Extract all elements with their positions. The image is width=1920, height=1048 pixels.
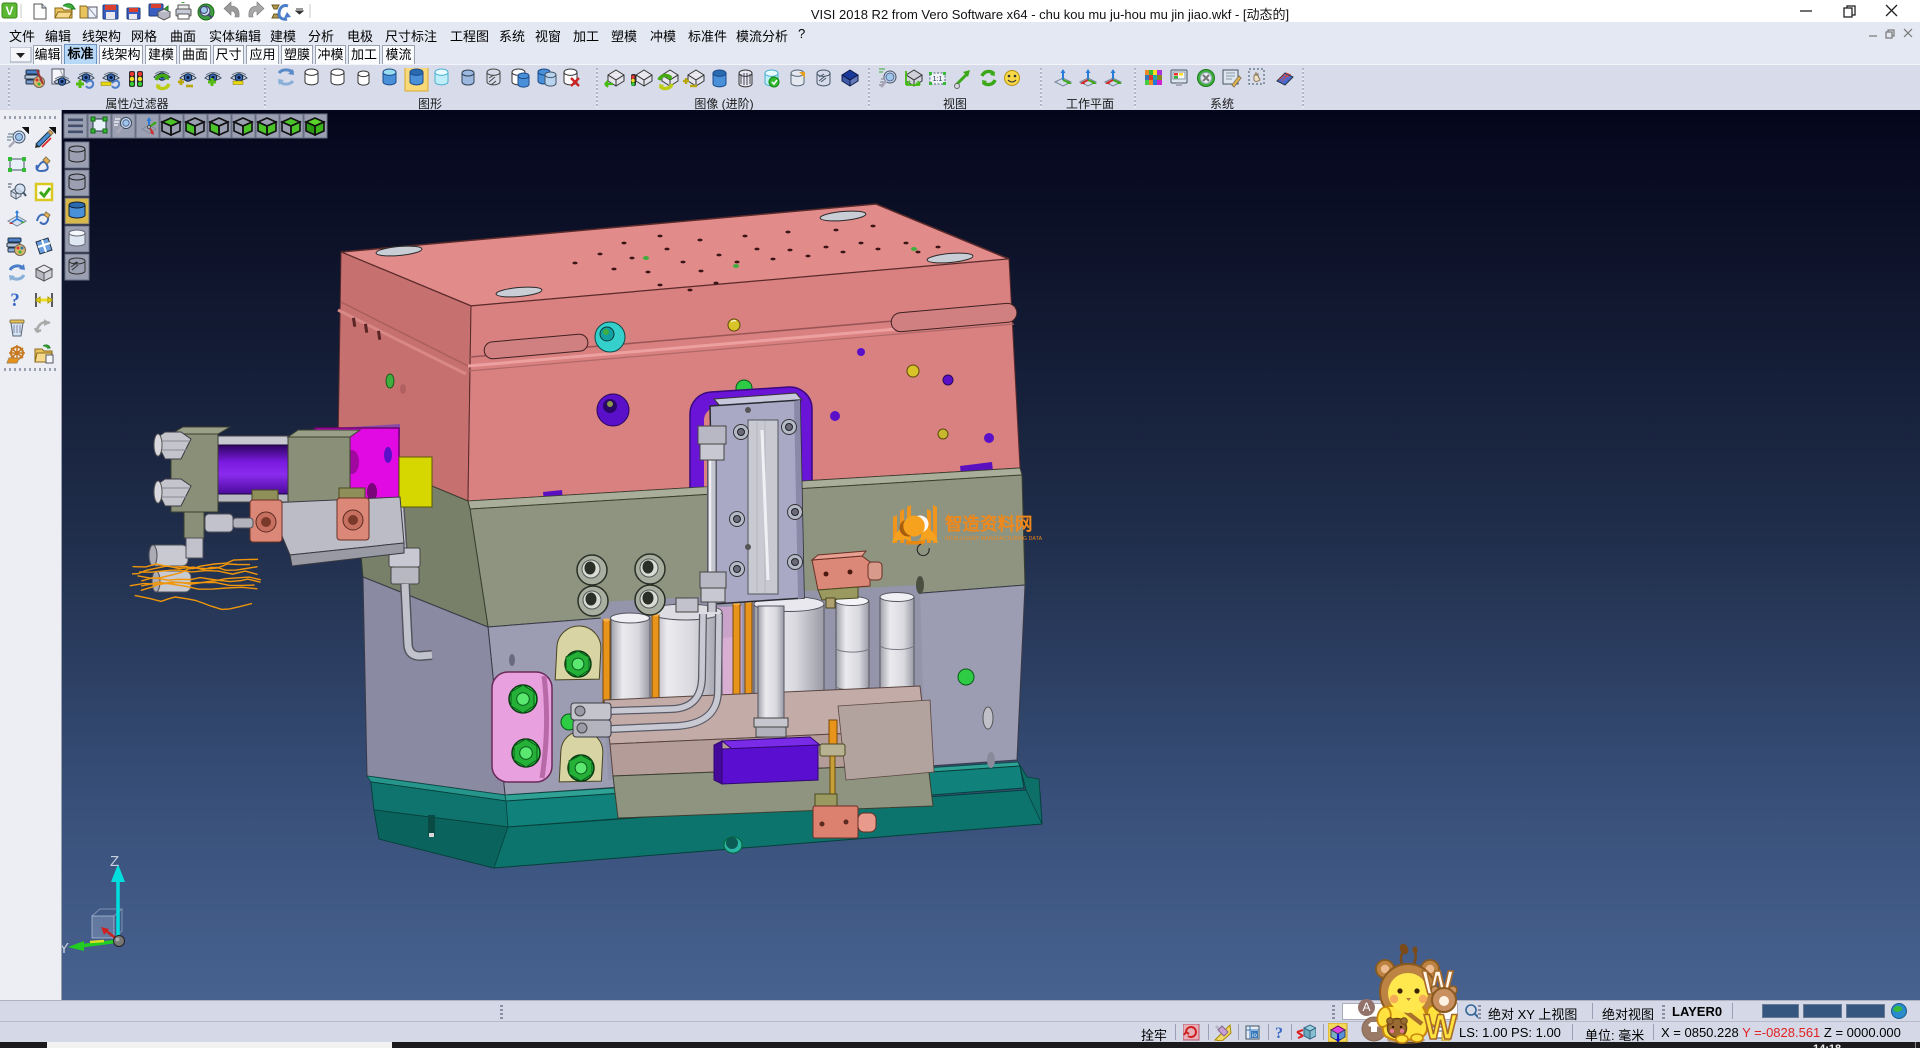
svg-text:INTELLIGENT MANUFACTURING DATA: INTELLIGENT MANUFACTURING DATA [945,536,1043,542]
svg-text:V: V [5,4,13,18]
svg-text:?: ? [1275,1025,1283,1041]
svg-text:智造资料网: 智造资料网 [945,514,1033,534]
svg-text:W: W [1424,1008,1457,1047]
svg-text:?: ? [10,290,20,311]
svg-text:1:1: 1:1 [933,76,943,83]
svg-text:Y: Y [62,940,69,957]
svg-text:io: io [1252,1033,1257,1039]
svg-text:Z: Z [110,853,119,870]
